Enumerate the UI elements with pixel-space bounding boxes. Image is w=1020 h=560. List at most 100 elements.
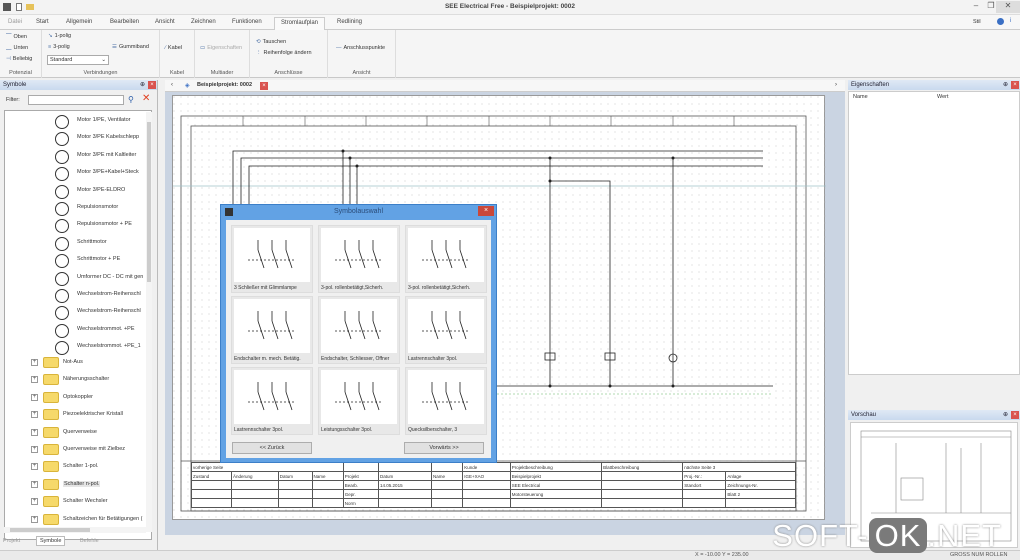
symbol-option-label: Lastrennschalter 3pol.	[234, 427, 284, 433]
tab-symbole[interactable]: Symbole	[36, 536, 66, 546]
panel-header: Symbole ⊕ ×	[0, 80, 157, 90]
kabel-button[interactable]: ∕ Kabel	[165, 45, 182, 51]
next-button[interactable]: Vorwärts >>	[404, 442, 484, 454]
right-panels: Eigenschaften ⊕ × Name Wert Vorschau ⊕ ×	[848, 80, 1020, 550]
filter-input[interactable]	[28, 95, 124, 105]
folder-label: Näherungsschalter	[63, 376, 110, 383]
scroll-left-button[interactable]: ‹	[171, 82, 173, 88]
symbol-label: Repulsionsmotor + PE	[77, 221, 132, 228]
panel-title: Symbole	[3, 82, 27, 88]
oben-button[interactable]: ⎺ Oben	[6, 34, 27, 41]
kunde-label: Kunde	[462, 462, 511, 472]
eigenschaften-button[interactable]: ▭ Eigenschaften	[200, 45, 242, 51]
tab-bearbeiten[interactable]: Bearbeiten	[104, 17, 145, 30]
tab-redlining[interactable]: Redlining	[331, 17, 368, 30]
style-menu[interactable]: Stil	[973, 19, 981, 25]
folder-label: Schalter n-pol.	[63, 480, 101, 487]
motor-symbol-icon	[55, 306, 69, 321]
group-verbindungen: ↘ 1-polig ≡ 3-polig ☰ Gummiband Standard ⌄ V…	[42, 30, 160, 78]
group-potenzial: ⎺ Oben ⎽ Unten ⊣ Beliebig Potenzial	[0, 30, 42, 78]
symbol-option[interactable]: Quecksilberschalter, 3	[405, 367, 487, 435]
close-document-button[interactable]: ×	[260, 82, 268, 90]
motor-symbol-icon	[55, 341, 69, 356]
symbol-label: Wechselstrom-Reihenschl	[77, 291, 141, 297]
symbol-option[interactable]: Endschalter m. mech. Betätig.	[231, 296, 313, 364]
symbol-option-label: Endschalter, Schliesser, Öffner	[321, 356, 390, 362]
tab-befehle[interactable]: Befehle	[80, 538, 99, 544]
expand-icon[interactable]: +	[31, 411, 38, 419]
close-properties-button[interactable]: ×	[1011, 81, 1019, 89]
motor-symbol-icon	[55, 184, 69, 199]
tauschen-button[interactable]: ⟲ Tauschen	[256, 39, 286, 45]
vertical-scrollbar[interactable]	[146, 112, 152, 532]
close-button[interactable]: ✕	[996, 1, 1020, 13]
close-preview-button[interactable]: ×	[1011, 411, 1019, 419]
project-label: Projekt	[342, 471, 380, 481]
symbol-option[interactable]: Lastrennschalter 3pol.	[405, 296, 487, 364]
group-label: Ansicht	[352, 70, 371, 76]
pin-icon[interactable]: ⊕	[140, 80, 145, 90]
tab-datei[interactable]: Datei	[2, 17, 28, 30]
symbol-option[interactable]: Leistungsschalter 3pol.	[318, 367, 400, 435]
expand-icon[interactable]: +	[31, 359, 38, 366]
ribbon: ⎺ Oben ⎽ Unten ⊣ Beliebig Potenzial ↘ 1-poli…	[0, 30, 1020, 78]
tab-funktionen[interactable]: Funktionen	[226, 17, 268, 30]
properties-title: Eigenschaften	[851, 82, 890, 88]
expand-icon[interactable]: +	[31, 498, 38, 506]
tab-ansicht[interactable]: Ansicht	[149, 17, 181, 30]
gummiband-button[interactable]: ☰ Gummiband	[112, 44, 149, 50]
connection-style-select[interactable]: Standard ⌄	[47, 55, 109, 65]
symbol-option-label: 3-pol. rollenbetätigt,Sicherh.	[321, 285, 384, 291]
folder-icon	[43, 357, 59, 368]
scroll-right-button[interactable]: ›	[835, 82, 837, 88]
tab-allgemein[interactable]: Allgemein	[60, 17, 98, 30]
close-panel-button[interactable]: ×	[148, 81, 156, 89]
folder-label: Schalter Wechsler	[63, 498, 108, 505]
3-polig-button[interactable]: ≡ 3-polig	[48, 44, 70, 50]
tab-stromlaufplan[interactable]: Stromlaufplan	[274, 17, 326, 30]
help-icon[interactable]	[997, 18, 1004, 25]
pin-icon[interactable]: ⊕	[1003, 410, 1008, 420]
reihenfolge-button[interactable]: ⋮ Reihenfolge ändern	[256, 50, 312, 56]
expand-icon[interactable]: +	[31, 428, 38, 436]
proj-line: Beispielprojekt	[509, 471, 603, 481]
binoculars-icon[interactable]: ⚲	[128, 95, 134, 104]
back-button[interactable]: << Zurück	[232, 442, 312, 454]
info-icon[interactable]: i	[1010, 18, 1011, 24]
anschlusspunkte-button[interactable]: — Anschlusspunkte	[336, 45, 385, 51]
folder-label: Not-Aus	[63, 359, 83, 365]
symbol-option[interactable]: 3-pol. rollenbetätigt,Sicherh.	[405, 225, 487, 293]
properties-grid[interactable]: Name Wert	[848, 91, 1020, 375]
name-label: Name	[431, 471, 464, 481]
expand-icon[interactable]: +	[31, 480, 38, 488]
motor-symbol-icon	[55, 149, 69, 164]
expand-icon[interactable]: +	[31, 393, 38, 401]
symbol-option[interactable]: 3-pol. rollenbetätigt,Sicherh.	[318, 225, 400, 293]
symbol-option[interactable]: 3 Schließer mit Glimmlampe	[231, 225, 313, 293]
tab-projekt[interactable]: Projekt	[3, 538, 20, 544]
unten-button[interactable]: ⎽ Unten	[6, 45, 28, 52]
expand-icon[interactable]: +	[31, 376, 38, 384]
symbol-option[interactable]: Endschalter, Schliesser, Öffner	[318, 296, 400, 364]
group-label: Multiader	[210, 70, 234, 76]
expand-icon[interactable]: +	[31, 446, 38, 453]
expand-icon[interactable]: +	[31, 515, 38, 523]
col-name-header: Name	[853, 94, 868, 100]
group-label: Verbindungen	[83, 70, 118, 76]
pin-icon[interactable]: ⊕	[1003, 80, 1008, 90]
symbol-option[interactable]: Lastrennschalter 3pol.	[231, 367, 313, 435]
dialog-close-button[interactable]: ×	[478, 206, 494, 216]
folder-icon	[43, 374, 59, 386]
document-tab[interactable]: Beispielprojekt: 0002	[197, 82, 252, 88]
symbol-option-label: Quecksilberschalter, 3	[408, 427, 458, 433]
beliebig-button[interactable]: ⊣ Beliebig	[6, 56, 32, 62]
clear-filter-icon[interactable]: ✕	[142, 93, 150, 104]
folder-icon	[43, 461, 59, 473]
horizontal-scrollbar[interactable]	[4, 527, 146, 533]
folder-label: Schalter 1-pol.	[63, 463, 99, 470]
folder-icon	[43, 426, 59, 438]
1-polig-button[interactable]: ↘ 1-polig	[48, 33, 71, 39]
expand-icon[interactable]: +	[31, 463, 38, 471]
tab-zeichnen[interactable]: Zeichnen	[185, 17, 222, 30]
tab-start[interactable]: Start	[30, 17, 55, 30]
